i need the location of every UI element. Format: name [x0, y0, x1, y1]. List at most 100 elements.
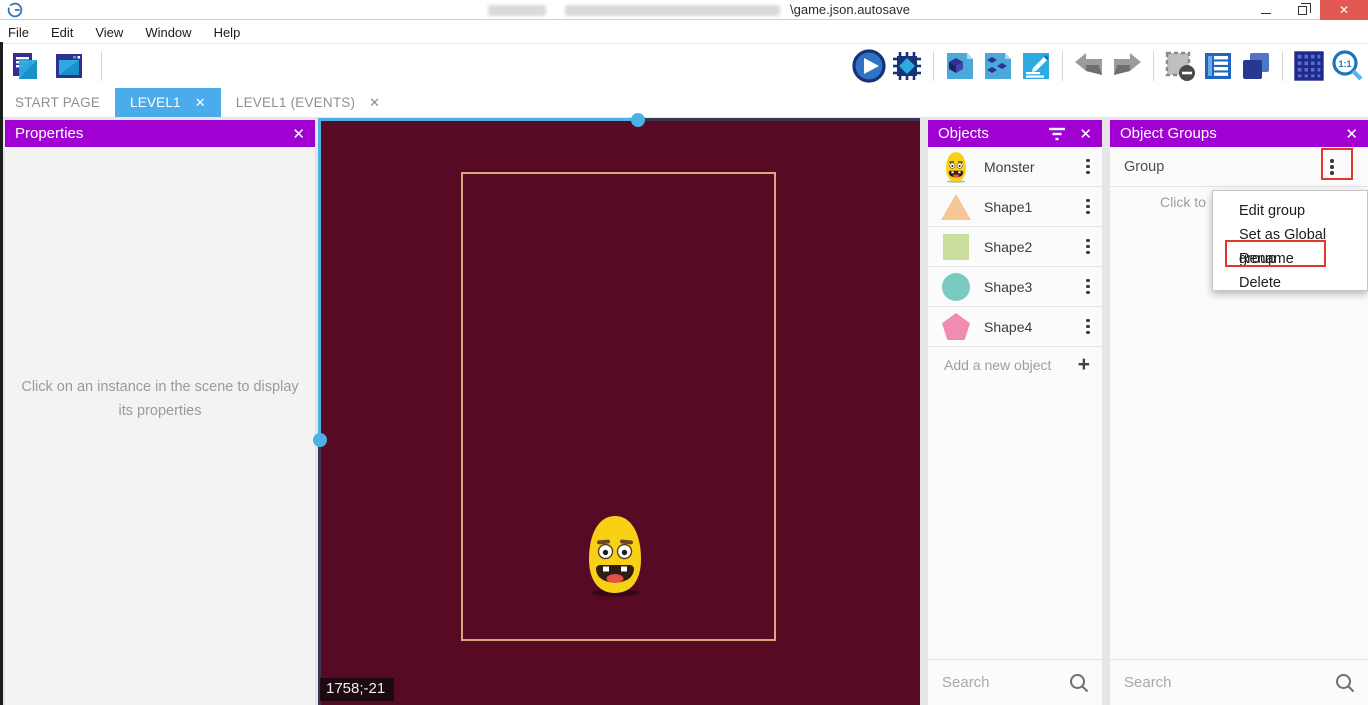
- menu-window[interactable]: Window: [145, 25, 202, 40]
- zoom-1-1-button[interactable]: 1:1: [1330, 49, 1364, 83]
- tab-close-icon[interactable]: ✕: [369, 95, 380, 111]
- add-object-icon: [944, 50, 976, 82]
- resize-handle-top[interactable]: [631, 113, 645, 127]
- close-panel-icon[interactable]: ✕: [1345, 125, 1358, 143]
- restore-button[interactable]: [1284, 0, 1320, 20]
- object-groups-panel: Object Groups ✕ Group Click to Edit grou…: [1110, 120, 1368, 705]
- resize-handle-left[interactable]: [313, 433, 327, 447]
- editor-content: Properties ✕ Click on an instance in the…: [0, 117, 1368, 705]
- add-object-label: Add a new object: [944, 357, 1051, 373]
- filter-icon[interactable]: [1047, 126, 1067, 142]
- toolbar-divider: [1282, 51, 1283, 81]
- menu-view[interactable]: View: [95, 25, 134, 40]
- object-name: Shape4: [984, 319, 1032, 335]
- tab-level1-events[interactable]: LEVEL1 (EVENTS) ✕: [221, 88, 395, 117]
- add-objects-icon: [982, 50, 1014, 82]
- edit-pencil-icon: [1020, 50, 1052, 82]
- restore-icon: [1298, 6, 1307, 15]
- add-objects-button[interactable]: [981, 49, 1015, 83]
- menu-item-edit-group[interactable]: Edit group: [1213, 199, 1367, 223]
- window-left-edge: [0, 42, 3, 705]
- object-menu-kebab-icon[interactable]: [1082, 155, 1094, 179]
- scene-canvas[interactable]: 1758;-21: [318, 118, 920, 705]
- plus-icon: +: [1078, 353, 1090, 377]
- close-panel-icon[interactable]: ✕: [1079, 125, 1092, 143]
- tab-start-page[interactable]: START PAGE: [0, 88, 115, 117]
- toolbar: 1:1: [0, 44, 1368, 88]
- object-row-shape2[interactable]: Shape2: [928, 227, 1102, 267]
- annotation-box-kebab: [1321, 148, 1353, 180]
- tab-label: LEVEL1: [130, 95, 181, 110]
- search-icon: [1068, 672, 1090, 694]
- monster-instance[interactable]: [582, 513, 648, 597]
- objects-search-input[interactable]: [942, 674, 1064, 691]
- toolbar-divider: [1062, 51, 1063, 81]
- object-row-shape1[interactable]: Shape1: [928, 187, 1102, 227]
- redo-button[interactable]: [1110, 49, 1144, 83]
- debug-icon: [891, 50, 923, 82]
- menu-edit[interactable]: Edit: [51, 25, 84, 40]
- properties-panel: Properties ✕ Click on an instance in the…: [5, 120, 315, 705]
- add-object-button[interactable]: [943, 49, 977, 83]
- cursor-coordinates: 1758;-21: [320, 678, 394, 701]
- circle-shape-icon: [942, 273, 970, 301]
- undo-icon: [1072, 49, 1106, 83]
- object-menu-kebab-icon[interactable]: [1082, 315, 1094, 339]
- objects-search-row: [928, 659, 1102, 705]
- debug-button[interactable]: [890, 49, 924, 83]
- minimize-button[interactable]: [1248, 0, 1284, 20]
- scene-top-selection-line: [318, 118, 639, 121]
- tab-label: START PAGE: [15, 95, 100, 110]
- object-name: Shape1: [984, 199, 1032, 215]
- object-menu-kebab-icon[interactable]: [1082, 195, 1094, 219]
- search-icon: [1334, 672, 1356, 694]
- close-window-button[interactable]: ✕: [1320, 0, 1368, 20]
- scene-left-edge-line: [318, 440, 321, 705]
- layers-button[interactable]: [1239, 49, 1273, 83]
- properties-title: Properties: [15, 125, 83, 142]
- square-shape-icon: [943, 234, 969, 260]
- redacted-title-text: [488, 5, 546, 16]
- groups-search-input[interactable]: [1124, 674, 1305, 691]
- title-bar: \game.json.autosave ✕: [0, 0, 1368, 20]
- menu-bar: File Edit View Window Help: [0, 21, 1368, 44]
- objects-title: Objects: [938, 125, 989, 142]
- redacted-title-path: [565, 5, 780, 16]
- instances-list-icon: [1202, 50, 1234, 82]
- tab-label: LEVEL1 (EVENTS): [236, 95, 355, 110]
- project-manager-button[interactable]: [8, 49, 42, 83]
- object-row-monster[interactable]: Monster: [928, 147, 1102, 187]
- add-object-row[interactable]: Add a new object +: [928, 347, 1102, 383]
- objects-header: Objects ✕: [928, 120, 1102, 147]
- undo-button[interactable]: [1072, 49, 1106, 83]
- play-button[interactable]: [852, 49, 886, 83]
- start-page-window-icon: [53, 50, 85, 82]
- tab-close-icon[interactable]: ✕: [195, 95, 206, 111]
- menu-help[interactable]: Help: [214, 25, 252, 40]
- groups-empty-state-clipped: Click to: [1160, 194, 1206, 210]
- grid-icon: [1293, 50, 1325, 82]
- object-row-shape3[interactable]: Shape3: [928, 267, 1102, 307]
- edit-scene-button[interactable]: [1019, 49, 1053, 83]
- properties-empty-state: Click on an instance in the scene to dis…: [15, 376, 305, 424]
- window-title: \game.json.autosave: [790, 2, 910, 17]
- close-panel-icon[interactable]: ✕: [292, 125, 305, 143]
- object-groups-title: Object Groups: [1120, 125, 1217, 142]
- start-page-button[interactable]: [52, 49, 86, 83]
- toolbar-divider: [933, 51, 934, 81]
- object-menu-kebab-icon[interactable]: [1082, 275, 1094, 299]
- object-menu-kebab-icon[interactable]: [1082, 235, 1094, 259]
- object-name: Shape2: [984, 239, 1032, 255]
- deselect-instances-button[interactable]: [1163, 49, 1197, 83]
- object-name: Shape3: [984, 279, 1032, 295]
- redo-icon: [1110, 49, 1144, 83]
- tab-level1[interactable]: LEVEL1 ✕: [115, 88, 221, 117]
- grid-button[interactable]: [1292, 49, 1326, 83]
- pentagon-shape-icon: [942, 313, 970, 340]
- deselect-instances-icon: [1164, 50, 1196, 82]
- menu-file[interactable]: File: [8, 25, 40, 40]
- instances-list-button[interactable]: [1201, 49, 1235, 83]
- object-row-shape4[interactable]: Shape4: [928, 307, 1102, 347]
- svg-text:1:1: 1:1: [1338, 59, 1351, 69]
- menu-item-delete[interactable]: Delete: [1213, 271, 1367, 295]
